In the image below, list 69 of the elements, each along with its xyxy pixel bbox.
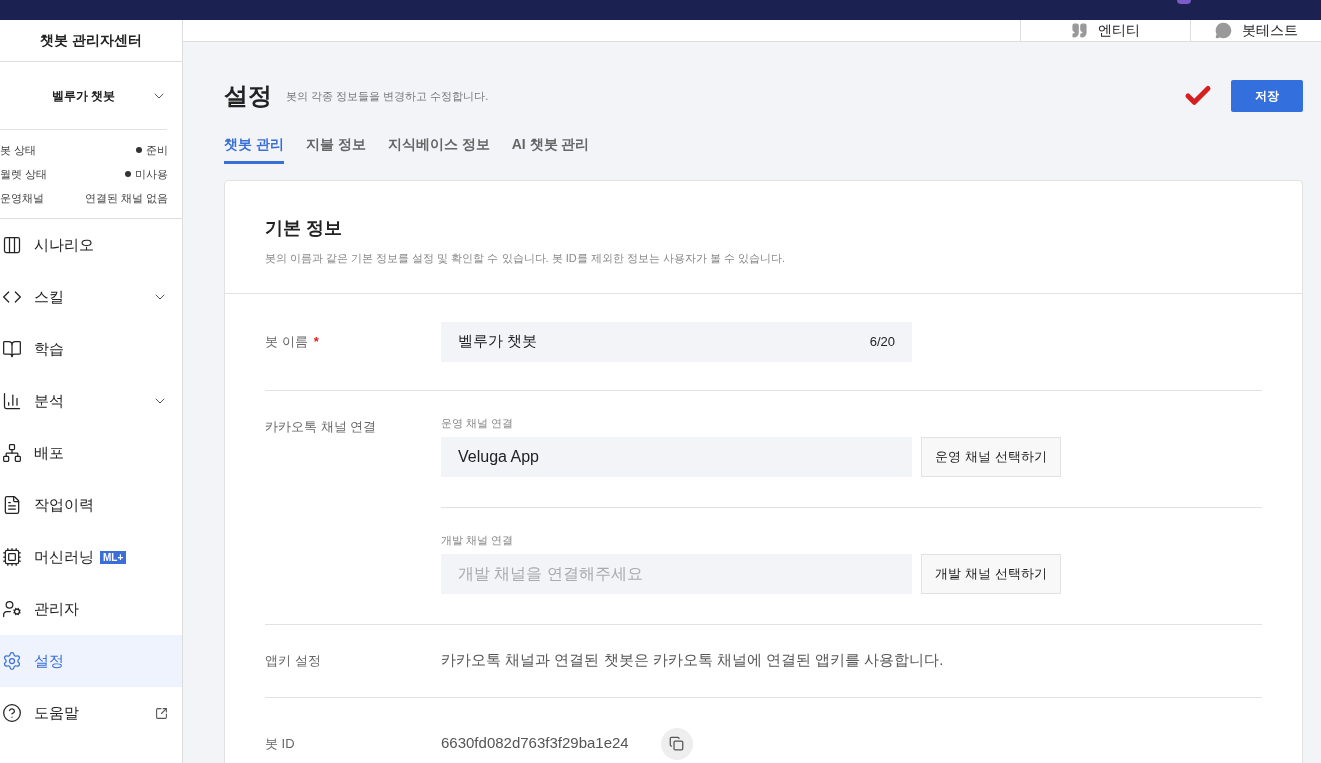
menu-label: 도움말 bbox=[34, 702, 79, 723]
field-label: 카카오톡 채널 연결 bbox=[265, 417, 378, 436]
menu-icon bbox=[2, 495, 22, 515]
bot-id-value: 6630fd082d763f3f29ba1e24 bbox=[441, 733, 629, 754]
menu-label: 배포 bbox=[34, 442, 64, 463]
page-tab[interactable]: 지식베이스 정보 bbox=[387, 128, 490, 164]
card-description: 봇의 이름과 같은 기본 정보를 설정 및 확인할 수 있습니다. 봇 ID를 제외한 정보는 사용자가 볼 수 있습니다. bbox=[265, 251, 787, 266]
chat-bubble-icon bbox=[1214, 22, 1232, 39]
sidebar-item[interactable]: 설정 bbox=[0, 635, 182, 687]
sidebar-item[interactable]: 도움말 bbox=[0, 687, 182, 739]
ml-badge: ML+ bbox=[100, 550, 127, 564]
header-tab[interactable]: 봇테스트 bbox=[1190, 20, 1321, 41]
page-tab[interactable]: AI 챗봇 관리 bbox=[511, 128, 590, 164]
menu-label: 설정 bbox=[34, 650, 64, 671]
menu-icon bbox=[2, 599, 22, 619]
menu-label: 머신러닝 bbox=[34, 546, 94, 567]
channel-field[interactable]: Veluga App bbox=[441, 436, 912, 477]
menu-label: 시나리오 bbox=[34, 234, 94, 255]
copy-button[interactable] bbox=[660, 727, 693, 760]
menu-icon bbox=[2, 391, 22, 411]
menu-label: 학습 bbox=[34, 338, 64, 359]
header-tab[interactable]: 엔티티 bbox=[1020, 20, 1190, 41]
select-channel-button[interactable]: 개발 채널 선택하기 bbox=[921, 553, 1061, 594]
app-key-text: 카카오톡 채널과 연결된 챗봇은 카카오톡 채널에 연결된 앱키를 사용합니다. bbox=[441, 650, 944, 671]
sidebar-title: 챗봇 관리자센터 bbox=[0, 20, 182, 62]
bot-selector[interactable]: 벨루가 챗봇 bbox=[0, 62, 167, 130]
menu-label: 스킬 bbox=[34, 286, 64, 307]
sub-label: 운영 채널 연결 bbox=[441, 415, 515, 431]
page-title: 설정 bbox=[224, 81, 272, 111]
sidebar-item[interactable]: 스킬 bbox=[0, 271, 182, 323]
menu-label: 작업이력 bbox=[34, 494, 94, 515]
sidebar-item[interactable]: 시나리오 bbox=[0, 219, 182, 271]
menu-icon bbox=[2, 443, 22, 463]
menu-label: 분석 bbox=[34, 390, 64, 411]
sidebar-item[interactable]: 작업이력 bbox=[0, 479, 182, 531]
menu-icon bbox=[2, 235, 22, 255]
bot-name-field[interactable]: 벨루가 챗봇 6/20 bbox=[441, 321, 912, 362]
sidebar-item[interactable]: 머신러닝 ML+ bbox=[0, 531, 182, 583]
field-label: 봇 이름 * bbox=[265, 332, 320, 351]
char-counter: 6/20 bbox=[869, 332, 895, 351]
card-title: 기본 정보 bbox=[265, 217, 343, 240]
status-label: 운영채널 bbox=[0, 190, 44, 206]
external-link-icon bbox=[155, 706, 168, 720]
sidebar-item[interactable]: 분석 bbox=[0, 375, 182, 427]
status-value: 연결된 채널 없음 bbox=[84, 190, 168, 206]
field-label: 앱키 설정 bbox=[265, 651, 322, 670]
status-label: 월렛 상태 bbox=[0, 166, 48, 182]
page-subtitle: 봇의 각종 정보들을 변경하고 수정합니다. bbox=[286, 88, 489, 104]
required-mark: * bbox=[313, 333, 319, 349]
sub-label: 개발 채널 연결 bbox=[441, 532, 515, 548]
copy-icon bbox=[669, 736, 685, 751]
select-channel-button[interactable]: 운영 채널 선택하기 bbox=[921, 436, 1061, 477]
menu-icon bbox=[2, 339, 22, 359]
channel-field[interactable]: 개발 채널을 연결해주세요 bbox=[441, 553, 912, 594]
quote-icon bbox=[1071, 22, 1088, 39]
save-button[interactable]: 저장 bbox=[1231, 80, 1303, 112]
sidebar-item[interactable]: 배포 bbox=[0, 427, 182, 479]
menu-icon bbox=[2, 703, 22, 723]
status-label: 봇 상태 bbox=[0, 142, 37, 158]
status-value: 미사용 bbox=[125, 165, 168, 183]
menu-icon bbox=[2, 547, 22, 567]
menu-icon bbox=[2, 651, 22, 671]
status-value: 준비 bbox=[136, 141, 168, 159]
sidebar-item[interactable]: 관리자 bbox=[0, 583, 182, 635]
page-tab[interactable]: 지불 정보 bbox=[305, 128, 366, 164]
page-tab[interactable]: 챗봇 관리 bbox=[224, 128, 284, 164]
menu-label: 관리자 bbox=[34, 598, 79, 619]
sidebar-item[interactable]: 학습 bbox=[0, 323, 182, 375]
field-label: 봇 ID bbox=[265, 734, 296, 753]
